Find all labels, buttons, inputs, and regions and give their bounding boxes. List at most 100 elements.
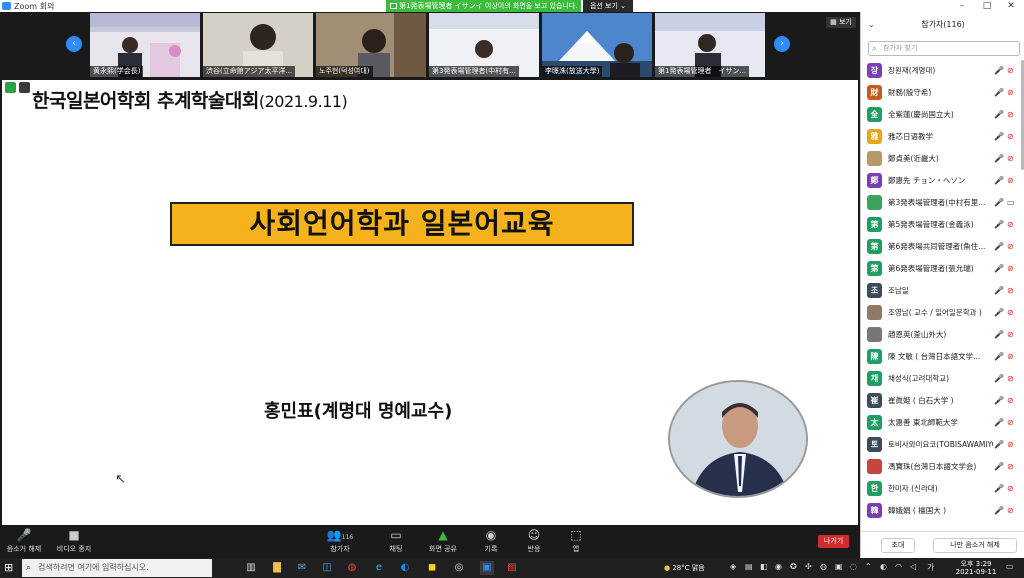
participant-row[interactable]: 조 조남일 🎤 ⊘ — [861, 280, 1024, 302]
participant-row[interactable]: 第3発表場管理者(中村有里... 🎤 ▭ — [861, 192, 1024, 214]
participant-row[interactable]: 조영남( 교수 / 일어일문학과 ) 🎤 ⊘ — [861, 302, 1024, 324]
store-icon[interactable]: ◫ — [320, 561, 334, 575]
participant-row[interactable]: 第第6発表場管理者(張允瑞) 🎤 ⊘ — [861, 258, 1024, 280]
video-off-icon[interactable]: ⊘ — [1007, 176, 1014, 185]
video-off-icon[interactable]: ⊘ — [1007, 132, 1014, 141]
video-off-icon[interactable]: ⊘ — [1007, 154, 1014, 163]
participant-row[interactable]: 韓韓娥娟 ( 檀国大 ) 🎤 ⊘ — [861, 500, 1024, 522]
minimize-button[interactable]: – — [951, 0, 973, 12]
video-off-icon[interactable]: ⊘ — [1007, 286, 1014, 295]
video-thumbnail[interactable]: 第3発表場管理者(中村有... — [429, 13, 539, 77]
participant-search-input[interactable]: ⌕ 참가자 찾기 — [868, 41, 1020, 56]
weather-widget[interactable]: ● 28°C 맑음 — [664, 558, 724, 578]
muted-mic-icon[interactable]: 🎤 — [994, 396, 1004, 405]
pdf-icon[interactable]: ▨ — [505, 561, 519, 575]
edge-icon[interactable]: e — [372, 561, 386, 575]
unmute-button[interactable]: 🎤 음소거 해제 — [0, 527, 48, 557]
kakaotalk-icon[interactable]: ◼ — [425, 561, 439, 575]
app-icon[interactable]: ◎ — [452, 561, 466, 575]
participant-row[interactable]: 토 토비사와미요코(TOBISAWAMIYO... 🎤 ⊘ — [861, 434, 1024, 456]
video-off-icon[interactable]: ⊘ — [1007, 506, 1014, 515]
participant-row[interactable]: 鄭貞美(近畿大) 🎤 ⊘ — [861, 148, 1024, 170]
video-off-icon[interactable]: ⊘ — [1007, 462, 1014, 471]
tray-icon[interactable]: ◍ — [820, 562, 827, 571]
muted-mic-icon[interactable]: 🎤 — [994, 440, 1004, 449]
muted-mic-icon[interactable]: 🎤 — [994, 418, 1004, 427]
muted-mic-icon[interactable]: 🎤 — [994, 88, 1004, 97]
video-off-icon[interactable]: ⊘ — [1007, 88, 1014, 97]
participant-row[interactable]: 第第6発表場共同管理者(魚住... 🎤 ⊘ — [861, 236, 1024, 258]
apps-button[interactable]: ⬚ 앱 — [552, 527, 600, 557]
tray-icon[interactable]: ◉ — [775, 562, 782, 571]
muted-mic-icon[interactable]: 🎤 — [994, 286, 1004, 295]
task-view-icon[interactable]: ▥ — [244, 561, 258, 575]
muted-mic-icon[interactable]: 🎤 — [994, 484, 1004, 493]
volume-icon[interactable]: ◁ — [910, 562, 916, 571]
view-options-button[interactable]: 옵션 보기 ⌄ — [583, 0, 633, 12]
participant-row[interactable]: 채 채성식(고려대학교) 🎤 ⊘ — [861, 368, 1024, 390]
file-explorer-icon[interactable]: ▇ — [270, 561, 284, 575]
participant-row[interactable]: 장 장원재(계명대) 🎤 ⊘ — [861, 60, 1024, 82]
participant-row[interactable]: 雅雅芯日语教学 🎤 ⊘ — [861, 126, 1024, 148]
video-off-icon[interactable]: ⊘ — [1007, 330, 1014, 339]
reactions-button[interactable]: ☺ 반응 — [510, 527, 558, 557]
muted-mic-icon[interactable]: 🎤 — [994, 154, 1004, 163]
taskbar-clock[interactable]: 오후 3:29 2021-09-11 — [952, 560, 1000, 576]
video-off-icon[interactable]: ⊘ — [1007, 308, 1014, 317]
participant-row[interactable]: 財財務(殷守希) 🎤 ⊘ — [861, 82, 1024, 104]
video-thumbnail[interactable]: 渋谷(立命館アジア太平洋... — [203, 13, 313, 77]
maximize-button[interactable]: □ — [976, 0, 998, 12]
close-window-button[interactable]: ✕ — [1000, 0, 1022, 12]
tray-icon[interactable]: ▤ — [745, 562, 753, 571]
stop-video-button[interactable]: ■ 비디오 중지 — [50, 527, 98, 557]
video-off-icon[interactable]: ⊘ — [1007, 440, 1014, 449]
video-off-icon[interactable]: ⊘ — [1007, 264, 1014, 273]
chrome-icon[interactable]: ◍ — [345, 561, 359, 575]
participant-row[interactable]: 陳陳 文敏 ( 台灣日本語文学... 🎤 ⊘ — [861, 346, 1024, 368]
chat-button[interactable]: ▭ 채팅 — [372, 527, 420, 557]
video-off-icon[interactable]: ⊘ — [1007, 418, 1014, 427]
video-thumbnail[interactable]: 黄永熙(学会長) — [90, 13, 200, 77]
muted-mic-icon[interactable]: 🎤 — [994, 462, 1004, 471]
leave-meeting-button[interactable]: 나가기 — [818, 535, 849, 548]
muted-mic-icon[interactable]: 🎤 — [994, 242, 1004, 251]
video-thumbnail[interactable]: 第1発表場管理者 イサン... — [655, 13, 765, 77]
participant-row[interactable]: 馮寶珠(台灣日本語文学会) 🎤 ⊘ — [861, 456, 1024, 478]
unmute-me-button[interactable]: 나만 음소거 해제 — [933, 538, 1017, 553]
muted-mic-icon[interactable]: 🎤 — [994, 176, 1004, 185]
muted-mic-icon[interactable]: 🎤 — [994, 110, 1004, 119]
ime-indicator[interactable]: 가 — [927, 562, 934, 573]
muted-mic-icon[interactable]: 🎤 — [994, 308, 1004, 317]
participant-row[interactable]: 太太惠善 東北師範大学 🎤 ⊘ — [861, 412, 1024, 434]
participant-row[interactable]: 全全紫蓮(慶尚国立大) 🎤 ⊘ — [861, 104, 1024, 126]
muted-mic-icon[interactable]: 🎤 — [994, 66, 1004, 75]
muted-mic-icon[interactable]: 🎤 — [994, 132, 1004, 141]
muted-mic-icon[interactable]: 🎤 — [994, 374, 1004, 383]
video-off-icon[interactable]: ⊘ — [1007, 352, 1014, 361]
wifi-icon[interactable]: ◠ — [895, 562, 902, 571]
mail-icon[interactable]: ✉ — [295, 561, 309, 575]
tray-icon[interactable]: ▣ — [835, 562, 843, 571]
tray-icon[interactable]: ✪ — [790, 562, 797, 571]
video-off-icon[interactable]: ⊘ — [1007, 110, 1014, 119]
taskbar-search-input[interactable]: ⌕ 검색하려면 여기에 입력하십시오. — [22, 559, 212, 577]
video-off-icon[interactable]: ⊘ — [1007, 374, 1014, 383]
share-screen-button[interactable]: ▲ 화면 공유 — [419, 527, 467, 557]
participant-row[interactable]: 第第5発表場管理者(金義泳) 🎤 ⊘ — [861, 214, 1024, 236]
participant-row[interactable]: 鄭鄭惠先 チョン・ヘソン 🎤 ⊘ — [861, 170, 1024, 192]
tray-icon[interactable]: ✣ — [805, 562, 812, 571]
strip-prev-button[interactable]: ‹ — [66, 36, 82, 52]
muted-mic-icon[interactable]: 🎤 — [994, 220, 1004, 229]
participant-row[interactable]: 趙恩英(釜山外大) 🎤 ⊘ — [861, 324, 1024, 346]
muted-mic-icon[interactable]: 🎤 — [994, 506, 1004, 515]
notification-icon[interactable]: ▭ — [1006, 562, 1014, 571]
video-thumbnail[interactable]: 李暻洙(放送大學) — [542, 13, 652, 77]
muted-mic-icon[interactable]: 🎤 — [994, 264, 1004, 273]
edge-browser-icon[interactable]: ◐ — [398, 561, 412, 575]
windows-start-icon[interactable]: ⊞ — [4, 561, 18, 575]
strip-next-button[interactable]: › — [774, 36, 790, 52]
record-button[interactable]: ◉ 기록 — [467, 527, 515, 557]
tray-icon[interactable]: ◧ — [760, 562, 768, 571]
tray-icon[interactable]: ◌ — [850, 562, 857, 571]
tray-icon[interactable]: ⌃ — [865, 562, 872, 571]
